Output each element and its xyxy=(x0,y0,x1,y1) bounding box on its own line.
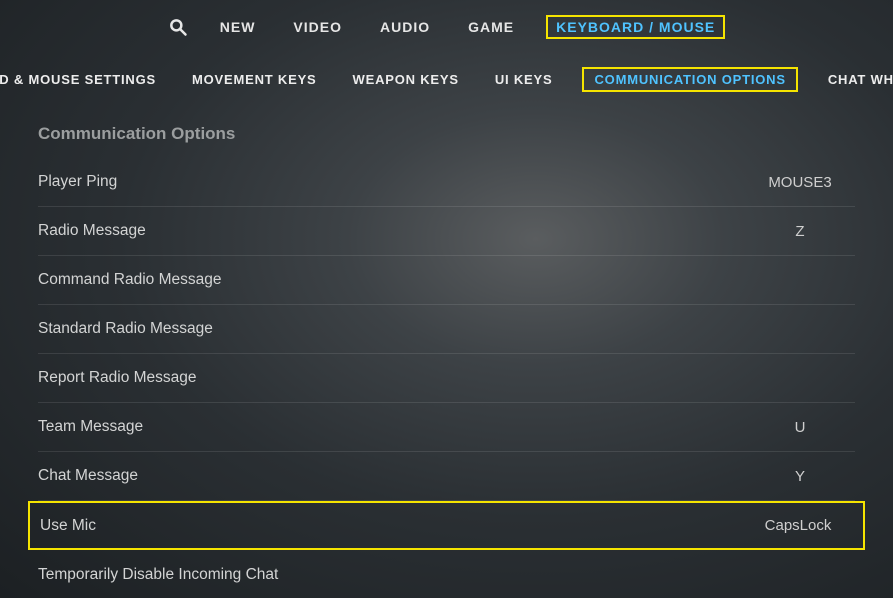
subnav-communication-options[interactable]: COMMUNICATION OPTIONS xyxy=(582,67,797,92)
binding-chat-message[interactable]: Chat Message Y xyxy=(38,452,855,501)
topnav-game[interactable]: GAME xyxy=(462,16,520,38)
binding-label: Radio Message xyxy=(38,222,146,240)
topnav-video[interactable]: VIDEO xyxy=(287,16,348,38)
binding-standard-radio-message[interactable]: Standard Radio Message xyxy=(38,305,855,354)
topnav-keyboard-mouse[interactable]: KEYBOARD / MOUSE xyxy=(546,15,725,39)
settings-content: Communication Options Player Ping MOUSE3… xyxy=(0,96,893,598)
binding-team-message[interactable]: Team Message U xyxy=(38,403,855,452)
binding-label: Command Radio Message xyxy=(38,271,222,289)
binding-label: Temporarily Disable Incoming Chat xyxy=(38,566,278,584)
binding-value: Z xyxy=(745,223,855,240)
binding-label: Chat Message xyxy=(38,467,138,485)
topnav-new[interactable]: NEW xyxy=(214,16,262,38)
binding-label: Team Message xyxy=(38,418,143,436)
binding-use-mic[interactable]: Use Mic CapsLock xyxy=(28,501,865,550)
subnav-movement-keys[interactable]: MOVEMENT KEYS xyxy=(186,69,323,90)
binding-value: MOUSE3 xyxy=(745,174,855,191)
binding-label: Standard Radio Message xyxy=(38,320,213,338)
topnav-audio[interactable]: AUDIO xyxy=(374,16,436,38)
binding-radio-message[interactable]: Radio Message Z xyxy=(38,207,855,256)
sub-nav: KEYBOARD & MOUSE SETTINGS MOVEMENT KEYS … xyxy=(0,62,893,96)
binding-value: CapsLock xyxy=(743,517,853,534)
top-nav: NEW VIDEO AUDIO GAME KEYBOARD / MOUSE xyxy=(0,0,893,42)
subnav-keyboard-mouse-settings[interactable]: KEYBOARD & MOUSE SETTINGS xyxy=(0,69,162,90)
binding-label: Use Mic xyxy=(40,517,96,535)
binding-value: U xyxy=(745,419,855,436)
binding-label: Report Radio Message xyxy=(38,369,197,387)
binding-temporarily-disable-incoming-chat[interactable]: Temporarily Disable Incoming Chat xyxy=(38,550,855,598)
binding-value: Y xyxy=(745,468,855,485)
search-icon[interactable] xyxy=(168,17,188,37)
subnav-weapon-keys[interactable]: WEAPON KEYS xyxy=(347,69,465,90)
binding-label: Player Ping xyxy=(38,173,117,191)
binding-command-radio-message[interactable]: Command Radio Message xyxy=(38,256,855,305)
subnav-ui-keys[interactable]: UI KEYS xyxy=(489,69,559,90)
binding-report-radio-message[interactable]: Report Radio Message xyxy=(38,354,855,403)
section-title: Communication Options xyxy=(38,124,855,144)
binding-player-ping[interactable]: Player Ping MOUSE3 xyxy=(38,158,855,207)
subnav-chat-wheel-keys[interactable]: CHAT WHEEL KEYS xyxy=(822,69,893,90)
